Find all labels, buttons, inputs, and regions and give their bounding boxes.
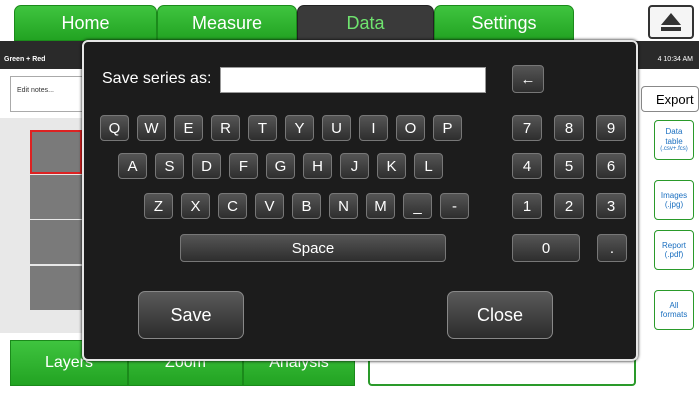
save-button[interactable]: Save [138, 291, 244, 339]
thumbnail[interactable] [30, 266, 82, 310]
key-1[interactable]: 1 [512, 193, 542, 219]
key-n[interactable]: N [329, 193, 358, 219]
eject-icon [661, 13, 681, 31]
key-dot[interactable]: . [597, 234, 627, 262]
key-d[interactable]: D [192, 153, 221, 179]
tab-settings[interactable]: Settings [434, 5, 574, 41]
thumbnail[interactable] [30, 220, 82, 264]
export-item-line: Data [665, 127, 683, 137]
key-hyphen[interactable]: - [440, 193, 469, 219]
key-a[interactable]: A [118, 153, 147, 179]
key-v[interactable]: V [255, 193, 284, 219]
key-t[interactable]: T [248, 115, 277, 141]
key-y[interactable]: Y [285, 115, 314, 141]
close-button[interactable]: Close [447, 291, 553, 339]
key-7[interactable]: 7 [512, 115, 542, 141]
key-o[interactable]: O [396, 115, 425, 141]
top-tab-bar: Home Measure Data Settings [0, 0, 699, 41]
eject-button[interactable] [648, 5, 694, 39]
backspace-icon: ← [520, 70, 536, 88]
space-key[interactable]: Space [180, 234, 446, 262]
export-item-line: (.jpg) [664, 200, 684, 209]
key-r[interactable]: R [211, 115, 240, 141]
key-f[interactable]: F [229, 153, 258, 179]
export-item-line: Images [660, 190, 688, 200]
export-item-line: (.pdf) [664, 250, 684, 259]
export-button[interactable]: Export [641, 86, 699, 112]
key-b[interactable]: B [292, 193, 321, 219]
backspace-key[interactable]: ← [512, 65, 544, 93]
key-i[interactable]: I [359, 115, 388, 141]
key-6[interactable]: 6 [596, 153, 626, 179]
key-8[interactable]: 8 [554, 115, 584, 141]
key-k[interactable]: K [377, 153, 406, 179]
export-images-button[interactable]: Images (.jpg) [654, 180, 694, 220]
tab-home[interactable]: Home [14, 5, 157, 41]
key-j[interactable]: J [340, 153, 369, 179]
series-name-input[interactable] [220, 67, 486, 93]
key-m[interactable]: M [366, 193, 395, 219]
key-2[interactable]: 2 [554, 193, 584, 219]
export-data-table-button[interactable]: Data table (.csv+.fcs) [654, 120, 694, 160]
key-w[interactable]: W [137, 115, 166, 141]
key-p[interactable]: P [433, 115, 462, 141]
clock-label: 4 10:34 AM [657, 56, 693, 63]
tab-data[interactable]: Data [297, 5, 434, 41]
key-g[interactable]: G [266, 153, 295, 179]
channel-label: Green + Red [4, 56, 46, 63]
key-l[interactable]: L [414, 153, 443, 179]
thumbnail-panel [0, 118, 84, 333]
key-z[interactable]: Z [144, 193, 173, 219]
export-all-button[interactable]: All formats [654, 290, 694, 330]
key-0[interactable]: 0 [512, 234, 580, 262]
key-c[interactable]: C [218, 193, 247, 219]
save-series-label: Save series as: [102, 70, 212, 87]
thumbnail[interactable] [30, 175, 82, 219]
export-item-line: All [669, 300, 679, 310]
key-3[interactable]: 3 [596, 193, 626, 219]
key-9[interactable]: 9 [596, 115, 626, 141]
export-item-line: Report [661, 240, 686, 250]
save-series-dialog: Save series as: ← QWERTYUIOPASDFGHJKLZXC… [82, 40, 638, 361]
tab-measure[interactable]: Measure [157, 5, 297, 41]
key-4[interactable]: 4 [512, 153, 542, 179]
key-u[interactable]: U [322, 115, 351, 141]
export-item-line: table [665, 136, 683, 146]
export-item-line: formats [660, 310, 688, 319]
key-5[interactable]: 5 [554, 153, 584, 179]
thumbnail[interactable] [30, 130, 82, 174]
export-item-line: (.csv+.fcs) [660, 145, 688, 152]
key-h[interactable]: H [303, 153, 332, 179]
key-x[interactable]: X [181, 193, 210, 219]
key-e[interactable]: E [174, 115, 203, 141]
export-report-button[interactable]: Report (.pdf) [654, 230, 694, 270]
key-s[interactable]: S [155, 153, 184, 179]
key-q[interactable]: Q [100, 115, 129, 141]
key-underscore[interactable]: _ [403, 193, 432, 219]
notes-field[interactable]: Edit notes... [10, 76, 84, 112]
